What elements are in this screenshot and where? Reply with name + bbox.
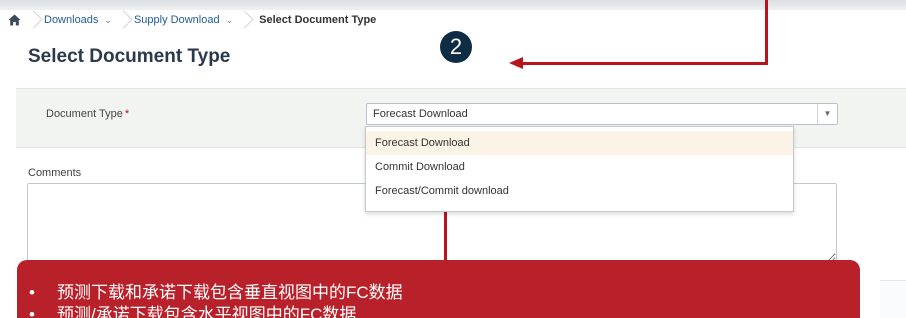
callout-bullet: 预测下载和承诺下载包含垂直视图中的FC数据 bbox=[29, 282, 860, 304]
home-icon[interactable] bbox=[0, 8, 28, 32]
annotation-arrow-line bbox=[522, 62, 768, 65]
breadcrumb-item-supply-download[interactable]: Supply Download ⌄ bbox=[128, 8, 239, 32]
annotation-arrow-line bbox=[765, 0, 768, 64]
breadcrumb-separator bbox=[28, 8, 38, 32]
breadcrumb-current: Select Document Type bbox=[259, 14, 377, 26]
callout-bullet: 预测/承诺下载包含水平视图中的FC数据 bbox=[29, 304, 860, 318]
chevron-down-icon[interactable]: ⌄ bbox=[104, 15, 112, 26]
breadcrumb-label[interactable]: Downloads bbox=[44, 14, 98, 26]
document-type-select[interactable]: Forecast Download ▼ bbox=[366, 103, 838, 125]
document-type-label-text: Document Type bbox=[46, 108, 123, 120]
chevron-down-icon[interactable]: ▼ bbox=[817, 104, 837, 124]
page-title: Select Document Type bbox=[28, 46, 231, 67]
dropdown-option-commit-download[interactable]: Commit Download bbox=[366, 155, 793, 179]
dropdown-option-forecast-download[interactable]: Forecast Download bbox=[366, 131, 793, 155]
required-asterisk: * bbox=[124, 108, 130, 120]
chevron-down-icon[interactable]: ⌄ bbox=[226, 15, 234, 26]
breadcrumb: Downloads ⌄ Supply Download ⌄ Select Doc… bbox=[0, 8, 906, 32]
document-type-dropdown: Forecast Download Commit Download Foreca… bbox=[365, 126, 794, 212]
document-type-label: Document Type * bbox=[46, 108, 129, 120]
dropdown-option-forecast-commit-download[interactable]: Forecast/Commit download bbox=[366, 179, 793, 203]
callout-list: 预测下载和承诺下载包含垂直视图中的FC数据 预测/承诺下载包含水平视图中的FC数… bbox=[29, 282, 860, 318]
document-type-select-value: Forecast Download bbox=[373, 108, 468, 120]
annotation-callout: 预测下载和承诺下载包含垂直视图中的FC数据 预测/承诺下载包含水平视图中的FC数… bbox=[17, 260, 860, 318]
breadcrumb-label[interactable]: Supply Download bbox=[134, 14, 220, 26]
breadcrumb-separator bbox=[118, 8, 128, 32]
panel-edge bbox=[880, 280, 906, 318]
breadcrumb-separator bbox=[239, 8, 249, 32]
step-number-badge: 2 bbox=[440, 31, 472, 63]
annotation-arrow-line bbox=[444, 208, 447, 263]
comments-label: Comments bbox=[28, 167, 82, 179]
arrow-left-icon bbox=[509, 57, 523, 69]
breadcrumb-item-downloads[interactable]: Downloads ⌄ bbox=[38, 8, 118, 32]
